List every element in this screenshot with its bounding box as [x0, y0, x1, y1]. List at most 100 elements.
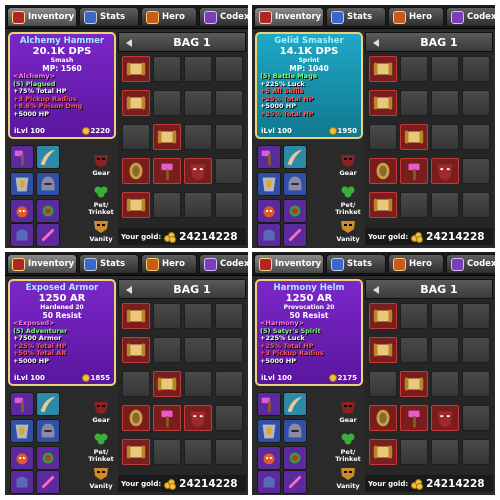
- equip-slot-helm[interactable]: [36, 419, 60, 443]
- bag-slot[interactable]: [400, 124, 428, 150]
- equip-slot-weapon[interactable]: [10, 145, 34, 169]
- bag-slot[interactable]: [369, 124, 397, 150]
- bag-slot[interactable]: [400, 56, 428, 82]
- tab-stats[interactable]: Stats: [79, 7, 139, 27]
- bag-slot[interactable]: [431, 371, 459, 397]
- bag-slot[interactable]: [184, 439, 212, 465]
- equip-slot-pet[interactable]: [257, 446, 281, 470]
- bag-slot[interactable]: [462, 158, 490, 184]
- bag-slot[interactable]: [431, 90, 459, 116]
- bag-slot[interactable]: [369, 337, 397, 363]
- bag-slot[interactable]: [122, 371, 150, 397]
- bag-slot[interactable]: [122, 56, 150, 82]
- equip-slot-pet[interactable]: [10, 199, 34, 223]
- equip-slot-vanity-2[interactable]: [36, 470, 60, 494]
- bag-slot[interactable]: [184, 158, 212, 184]
- bag-slot[interactable]: [122, 158, 150, 184]
- bag-slot[interactable]: [122, 439, 150, 465]
- tab-inventory[interactable]: Inventory: [254, 7, 324, 27]
- bag-slot[interactable]: [369, 158, 397, 184]
- bag-slot[interactable]: [400, 337, 428, 363]
- tab-inventory[interactable]: Inventory: [7, 7, 77, 27]
- bag-slot[interactable]: [184, 371, 212, 397]
- equip-slot-trinket[interactable]: [283, 446, 307, 470]
- bag-slot[interactable]: [462, 337, 490, 363]
- equip-slot-offhand[interactable]: [36, 145, 60, 169]
- bag-slot[interactable]: [215, 303, 243, 329]
- equip-slot-offhand[interactable]: [36, 392, 60, 416]
- equip-slot-vanity-2[interactable]: [283, 223, 307, 247]
- equip-slot-weapon[interactable]: [257, 392, 281, 416]
- bag-slot[interactable]: [400, 303, 428, 329]
- tab-codex[interactable]: Codex: [446, 7, 495, 27]
- bag-slot[interactable]: [462, 371, 490, 397]
- bag-slot[interactable]: [153, 158, 181, 184]
- equip-slot-weapon[interactable]: [257, 145, 281, 169]
- bag-slot[interactable]: [462, 303, 490, 329]
- bag-slot[interactable]: [153, 405, 181, 431]
- bag-slot[interactable]: [184, 90, 212, 116]
- tab-hero[interactable]: Hero: [141, 7, 197, 27]
- tab-hero[interactable]: Hero: [388, 7, 444, 27]
- back-arrow-icon[interactable]: [370, 37, 382, 49]
- bag-slot[interactable]: [369, 90, 397, 116]
- equip-slot-helm[interactable]: [283, 172, 307, 196]
- equip-slot-weapon[interactable]: [10, 392, 34, 416]
- bag-slot[interactable]: [215, 56, 243, 82]
- equip-slot-trinket[interactable]: [36, 446, 60, 470]
- equip-slot-trinket[interactable]: [283, 199, 307, 223]
- bag-slot[interactable]: [215, 192, 243, 218]
- back-arrow-icon[interactable]: [123, 37, 135, 49]
- equip-slot-vanity-2[interactable]: [36, 223, 60, 247]
- bag-slot[interactable]: [122, 90, 150, 116]
- equip-slot-vanity-2[interactable]: [283, 470, 307, 494]
- bag-slot[interactable]: [369, 405, 397, 431]
- equip-slot-vanity-1[interactable]: [257, 470, 281, 494]
- bag-slot[interactable]: [400, 192, 428, 218]
- bag-slot[interactable]: [184, 303, 212, 329]
- tab-stats[interactable]: Stats: [326, 254, 386, 274]
- equip-slot-armor[interactable]: [257, 419, 281, 443]
- bag-slot[interactable]: [153, 90, 181, 116]
- bag-slot[interactable]: [122, 405, 150, 431]
- bag-slot[interactable]: [369, 192, 397, 218]
- tab-hero[interactable]: Hero: [141, 254, 197, 274]
- tab-inventory[interactable]: Inventory: [7, 254, 77, 274]
- bag-slot[interactable]: [431, 303, 459, 329]
- bag-slot[interactable]: [369, 439, 397, 465]
- bag-slot[interactable]: [462, 90, 490, 116]
- equip-slot-vanity-1[interactable]: [10, 470, 34, 494]
- bag-slot[interactable]: [431, 56, 459, 82]
- equip-slot-offhand[interactable]: [283, 392, 307, 416]
- bag-slot[interactable]: [122, 337, 150, 363]
- bag-slot[interactable]: [431, 439, 459, 465]
- bag-slot[interactable]: [400, 90, 428, 116]
- tab-inventory[interactable]: Inventory: [254, 254, 324, 274]
- bag-slot[interactable]: [215, 337, 243, 363]
- bag-slot[interactable]: [122, 303, 150, 329]
- bag-slot[interactable]: [153, 192, 181, 218]
- bag-slot[interactable]: [462, 439, 490, 465]
- bag-slot[interactable]: [369, 56, 397, 82]
- bag-slot[interactable]: [184, 337, 212, 363]
- bag-slot[interactable]: [431, 124, 459, 150]
- tab-hero[interactable]: Hero: [388, 254, 444, 274]
- equip-slot-pet[interactable]: [257, 199, 281, 223]
- equip-slot-vanity-1[interactable]: [257, 223, 281, 247]
- bag-slot[interactable]: [215, 90, 243, 116]
- bag-slot[interactable]: [184, 56, 212, 82]
- bag-slot[interactable]: [215, 439, 243, 465]
- bag-slot[interactable]: [153, 303, 181, 329]
- equip-slot-helm[interactable]: [283, 419, 307, 443]
- bag-slot[interactable]: [184, 124, 212, 150]
- bag-slot[interactable]: [153, 439, 181, 465]
- bag-slot[interactable]: [431, 337, 459, 363]
- bag-slot[interactable]: [153, 124, 181, 150]
- equip-slot-vanity-1[interactable]: [10, 223, 34, 247]
- bag-slot[interactable]: [153, 56, 181, 82]
- bag-slot[interactable]: [122, 124, 150, 150]
- bag-slot[interactable]: [400, 439, 428, 465]
- tab-stats[interactable]: Stats: [79, 254, 139, 274]
- equip-slot-armor[interactable]: [10, 172, 34, 196]
- bag-slot[interactable]: [431, 158, 459, 184]
